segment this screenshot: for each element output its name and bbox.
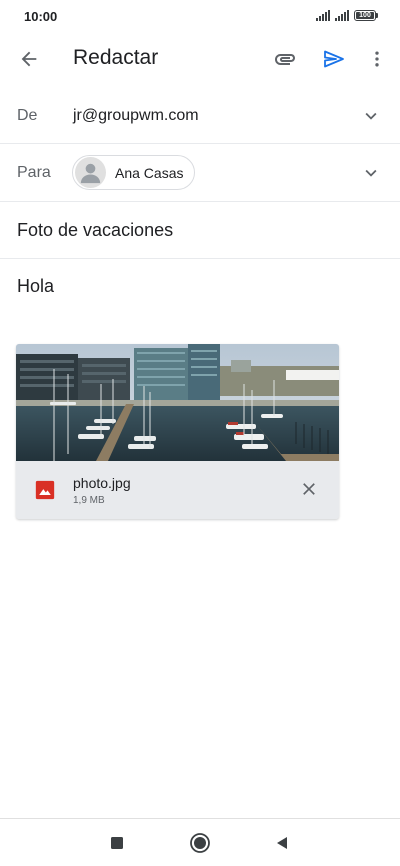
battery-icon: 100 [354, 10, 378, 21]
system-nav-bar [0, 818, 400, 866]
status-time: 10:00 [24, 9, 58, 24]
status-bar: 10:00 100 [0, 0, 400, 34]
signal-icon [316, 10, 330, 21]
attachment-card[interactable]: photo.jpg 1,9 MB [16, 344, 339, 519]
attachment-filename: photo.jpg [73, 475, 131, 491]
attach-button[interactable] [269, 43, 301, 75]
back-triangle-icon [277, 837, 287, 849]
home-button[interactable] [186, 829, 214, 857]
home-circle-icon [190, 833, 210, 853]
recipient-chip[interactable]: Ana Casas [72, 155, 195, 190]
from-account[interactable]: jr@groupwm.com [73, 107, 199, 125]
subject-field [0, 202, 400, 259]
chevron-down-icon [365, 112, 377, 120]
recipient-name: Ana Casas [115, 164, 184, 181]
from-field: De jr@groupwm.com [0, 88, 400, 144]
attachment-thumbnail[interactable] [16, 344, 339, 461]
back-button[interactable] [13, 43, 45, 75]
close-icon [303, 483, 315, 495]
from-label: De [17, 107, 38, 124]
to-label: Para [17, 164, 51, 181]
attachment-filesize: 1,9 MB [73, 495, 105, 506]
recents-square-icon [111, 837, 123, 849]
message-body[interactable]: Hola [17, 276, 54, 297]
person-avatar-icon [75, 157, 106, 188]
from-expand-button[interactable] [356, 101, 386, 131]
remove-attachment-button[interactable] [295, 475, 323, 503]
status-icons: 100 [316, 10, 378, 21]
more-options-button[interactable] [361, 43, 393, 75]
to-expand-button[interactable] [356, 158, 386, 188]
chevron-down-icon [365, 169, 377, 177]
send-icon [324, 50, 344, 68]
nav-back-button[interactable] [268, 829, 296, 857]
more-vert-icon [375, 51, 379, 67]
attach-icon [275, 54, 295, 65]
to-field: Para Ana Casas [0, 144, 400, 202]
battery-percent: 100 [359, 12, 371, 19]
recents-button[interactable] [103, 829, 131, 857]
image-file-icon [35, 480, 55, 500]
signal-icon [335, 10, 349, 21]
app-bar: Redactar [0, 34, 400, 84]
subject-input[interactable] [17, 220, 377, 241]
attachment-info: photo.jpg 1,9 MB [16, 461, 339, 519]
send-button[interactable] [318, 43, 350, 75]
back-arrow-icon [21, 51, 37, 67]
page-title: Redactar [73, 46, 159, 69]
